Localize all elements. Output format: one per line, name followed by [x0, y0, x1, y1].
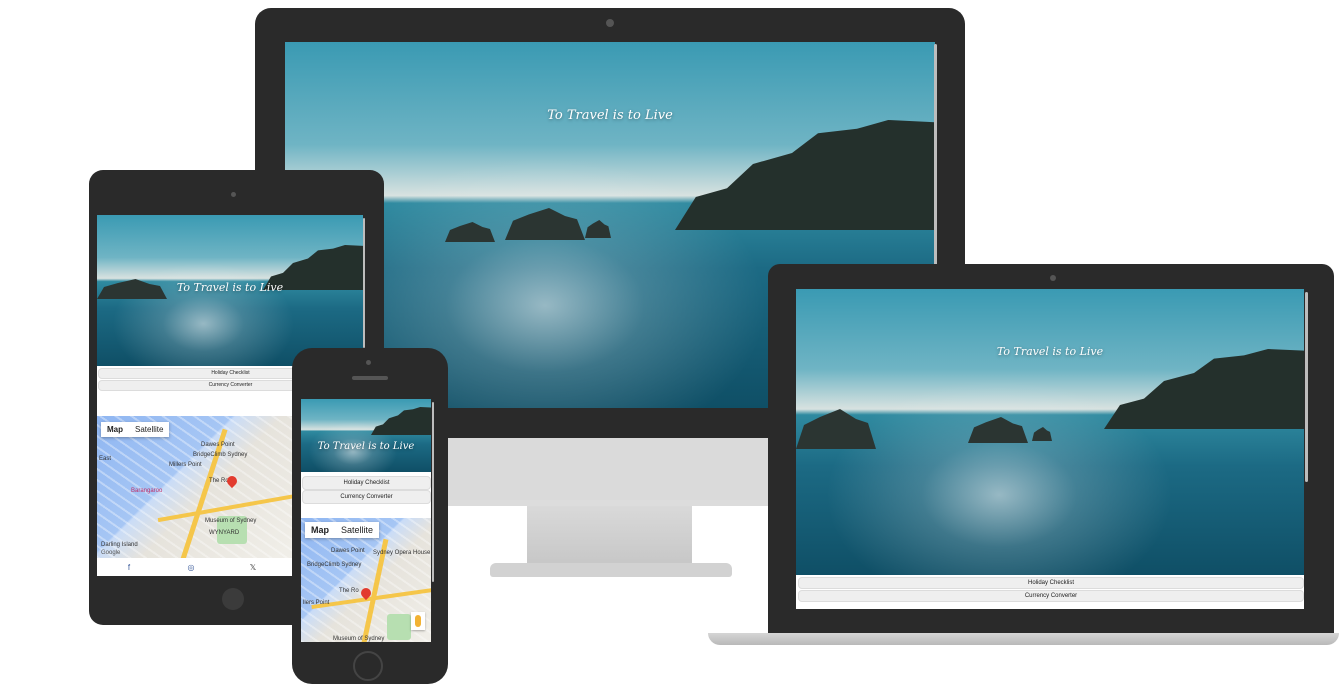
map-label: WYNYARD — [209, 530, 240, 536]
map-type-toggle[interactable]: Map Satellite — [305, 522, 380, 538]
hero-headline: To Travel is to Live — [317, 441, 415, 452]
rock — [796, 409, 876, 449]
map-label: Museum of Sydney — [205, 518, 257, 524]
rock — [505, 208, 585, 240]
phone-map[interactable]: Map Satellite Dawes Point Sydney Opera H… — [301, 518, 431, 642]
rock — [585, 220, 611, 238]
laptop-hero-image: To Travel is to Live — [796, 289, 1304, 575]
map-label: llers Point — [303, 600, 330, 606]
map-type-toggle[interactable]: Map Satellite — [101, 422, 170, 437]
currency-converter-button[interactable]: Currency Converter — [302, 490, 431, 504]
google-logo: Google — [101, 550, 121, 556]
x-icon[interactable]: 𝕏 — [246, 563, 260, 572]
map-label: Sydney Opera House — [373, 550, 431, 556]
satellite-tab[interactable]: Satellite — [335, 522, 379, 538]
map-label: East — [99, 456, 112, 462]
map-label: BridgeClimb Sydney — [193, 452, 248, 458]
tablet-hero-image: To Travel is to Live — [97, 215, 363, 366]
camera-dot — [366, 360, 371, 365]
map-label: BridgeClimb Sydney — [307, 562, 362, 568]
camera-dot — [231, 192, 236, 197]
facebook-icon[interactable]: f — [122, 563, 136, 572]
map-label: The Ro — [339, 588, 359, 594]
pegman-icon[interactable] — [411, 612, 425, 630]
instagram-icon[interactable]: ◎ — [184, 563, 198, 572]
monitor-stand-base — [490, 563, 732, 577]
tablet-map[interactable]: Map Satellite Dawes Point BridgeClimb Sy… — [97, 416, 293, 558]
camera-dot — [1050, 275, 1056, 281]
rock — [968, 417, 1028, 443]
map-label: Dawes Point — [201, 442, 235, 448]
laptop-scrollbar[interactable] — [1305, 292, 1308, 482]
laptop-base — [708, 633, 1339, 645]
rock — [445, 222, 495, 242]
cliff — [371, 407, 431, 435]
map-tab[interactable]: Map — [305, 522, 335, 538]
home-button[interactable] — [222, 588, 244, 610]
cliff — [1104, 349, 1304, 429]
speaker-grille — [352, 376, 388, 380]
cliff — [675, 120, 935, 230]
currency-converter-button[interactable]: Currency Converter — [798, 590, 1304, 602]
holiday-checklist-button[interactable]: Holiday Checklist — [302, 476, 431, 490]
map-park — [387, 614, 411, 640]
rock — [1032, 427, 1052, 441]
map-label: Darling Island — [101, 542, 138, 548]
holiday-checklist-button[interactable]: Holiday Checklist — [798, 577, 1304, 589]
tablet-scrollbar[interactable] — [363, 218, 365, 348]
hero-headline: To Travel is to Live — [996, 345, 1104, 358]
map-label: Barangaroo — [131, 488, 163, 494]
hero-headline: To Travel is to Live — [176, 281, 284, 294]
monitor-stand-neck — [527, 506, 692, 568]
satellite-tab[interactable]: Satellite — [129, 422, 169, 437]
home-button[interactable] — [353, 651, 383, 681]
map-tab[interactable]: Map — [101, 422, 129, 437]
map-label: Museum of Sydney — [333, 636, 385, 642]
phone-scrollbar[interactable] — [432, 402, 434, 582]
hero-headline: To Travel is to Live — [547, 108, 673, 123]
map-label: Dawes Point — [331, 548, 365, 554]
camera-dot — [606, 19, 614, 27]
map-pin-icon[interactable] — [224, 473, 240, 489]
phone-hero-image: To Travel is to Live — [301, 399, 431, 472]
map-label: Millers Point — [169, 462, 202, 468]
